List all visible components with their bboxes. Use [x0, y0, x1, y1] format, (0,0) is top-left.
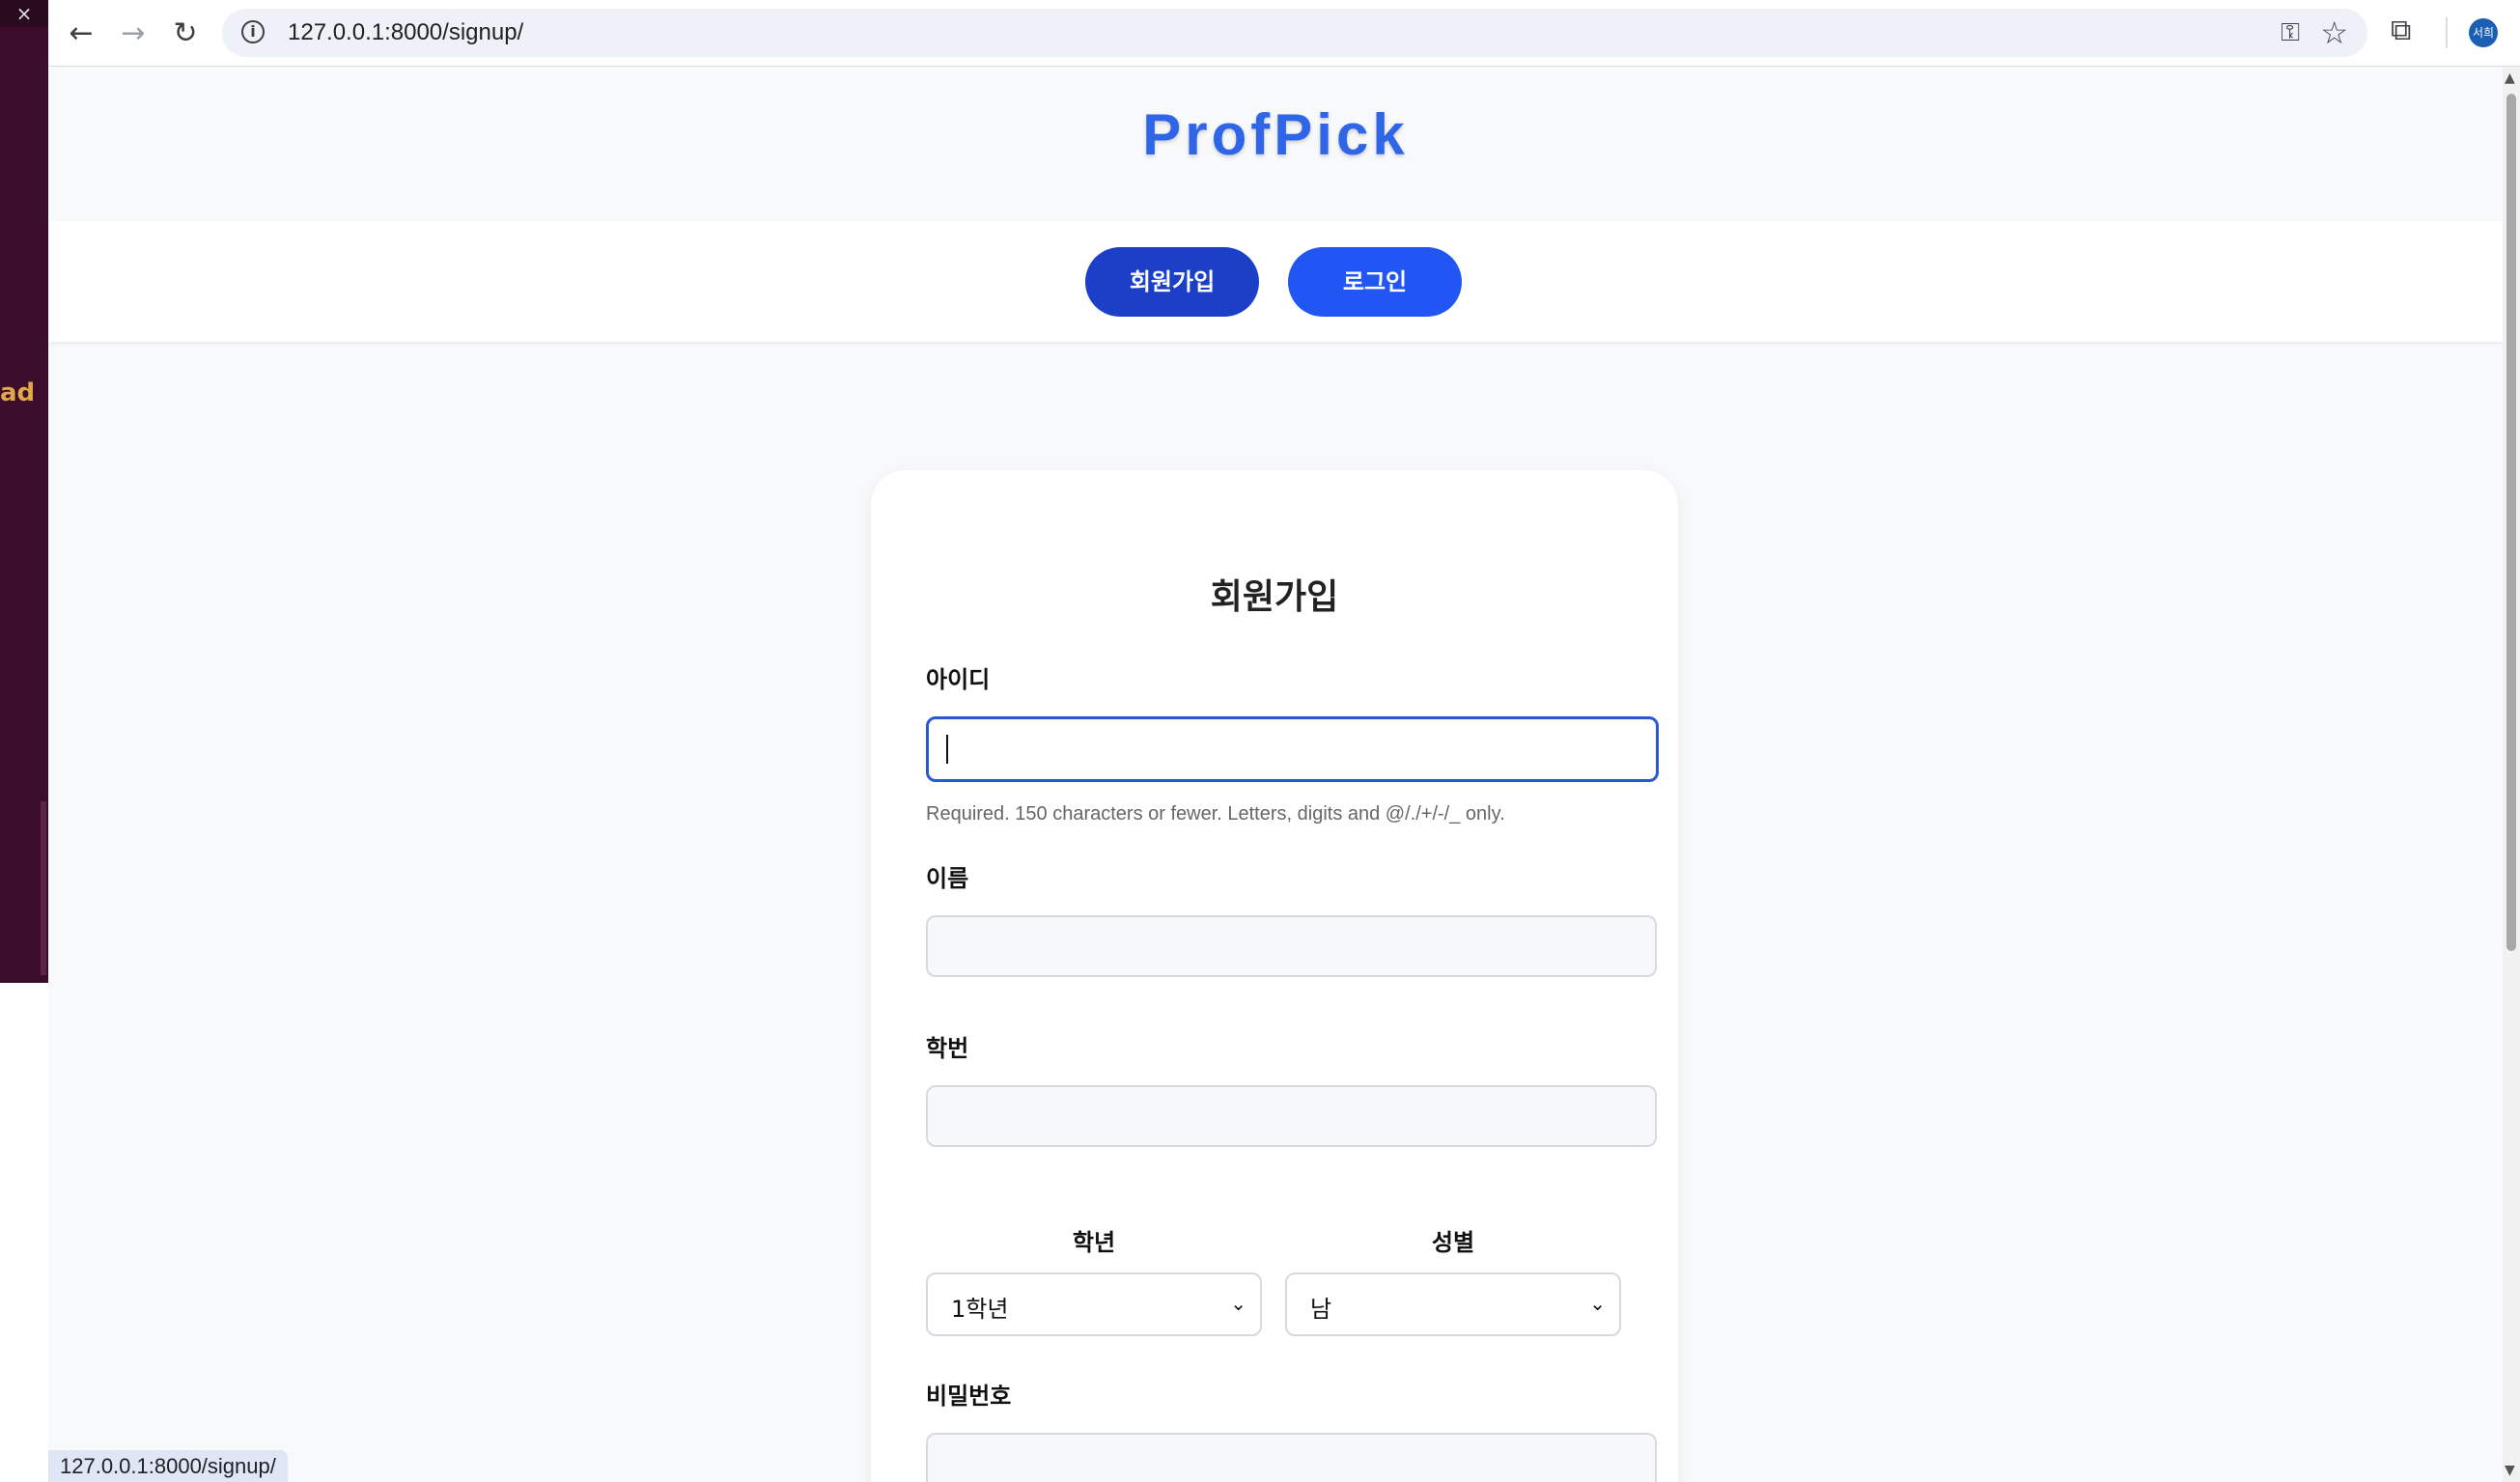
- star-icon[interactable]: ☆: [2320, 14, 2348, 51]
- login-nav-button[interactable]: 로그인: [1288, 247, 1462, 317]
- forward-arrow-icon[interactable]: →: [114, 14, 153, 52]
- name-label: 이름: [926, 865, 969, 892]
- page-content: ProfPick 회원가입 로그인 회원가입 아이디 Required. 150…: [48, 67, 2503, 1482]
- background-window-strip: × ad: [0, 0, 48, 983]
- address-url[interactable]: 127.0.0.1:8000/signup/: [288, 19, 523, 46]
- brand-logo[interactable]: ProfPick: [48, 101, 2503, 168]
- signup-card: 회원가입 아이디 Required. 150 characters or few…: [871, 470, 1678, 1482]
- key-icon[interactable]: ⚿: [2281, 18, 2300, 48]
- gender-selected-value: 남: [1310, 1296, 1332, 1323]
- close-icon[interactable]: ×: [0, 0, 48, 27]
- username-label: 아이디: [926, 666, 991, 693]
- back-arrow-icon[interactable]: ←: [62, 14, 100, 52]
- chevron-down-icon: ⌄: [1589, 1292, 1606, 1315]
- background-text-fragment: ad: [0, 378, 36, 407]
- password-input[interactable]: [926, 1433, 1657, 1482]
- form-title: 회원가입: [1210, 577, 1339, 617]
- scroll-up-icon[interactable]: ▲: [2505, 70, 2515, 86]
- extensions-icon[interactable]: ⧉: [2391, 14, 2411, 47]
- username-help-text: Required. 150 characters or fewer. Lette…: [926, 803, 1505, 825]
- reload-icon[interactable]: ↻: [166, 14, 205, 52]
- gender-select[interactable]: 남 ⌄: [1285, 1272, 1621, 1336]
- name-input[interactable]: [926, 915, 1657, 977]
- background-scrollbar: [41, 801, 46, 975]
- site-header: ProfPick: [48, 67, 2503, 221]
- grade-selected-value: 1학년: [951, 1296, 1009, 1323]
- scrollbar-thumb[interactable]: [2506, 94, 2516, 951]
- profile-avatar[interactable]: 서희: [2469, 18, 2498, 47]
- address-bar[interactable]: i 127.0.0.1:8000/signup/ ⚿ ☆: [222, 9, 2367, 57]
- signup-nav-button[interactable]: 회원가입: [1085, 247, 1259, 317]
- scroll-down-icon[interactable]: ▼: [2505, 1463, 2515, 1478]
- desktop-area: [0, 983, 48, 1482]
- grade-label: 학년: [1072, 1229, 1116, 1256]
- page-scrollbar[interactable]: ▲ ▼: [2503, 67, 2520, 1482]
- student-id-input[interactable]: [926, 1085, 1657, 1147]
- site-navbar: 회원가입 로그인: [48, 221, 2503, 342]
- gender-label: 성별: [1431, 1229, 1475, 1256]
- student-id-label: 학번: [926, 1035, 969, 1062]
- toolbar-divider: [2446, 17, 2448, 48]
- chevron-down-icon: ⌄: [1230, 1292, 1246, 1315]
- username-input[interactable]: [926, 716, 1659, 782]
- text-caret: [946, 735, 948, 764]
- status-url-bubble: 127.0.0.1:8000/signup/: [48, 1450, 288, 1482]
- info-icon[interactable]: i: [241, 20, 265, 43]
- password-label: 비밀번호: [926, 1383, 1012, 1410]
- browser-toolbar: ← → ↻ i 127.0.0.1:8000/signup/ ⚿ ☆ ⧉ 서희 …: [48, 0, 2520, 67]
- grade-select[interactable]: 1학년 ⌄: [926, 1272, 1262, 1336]
